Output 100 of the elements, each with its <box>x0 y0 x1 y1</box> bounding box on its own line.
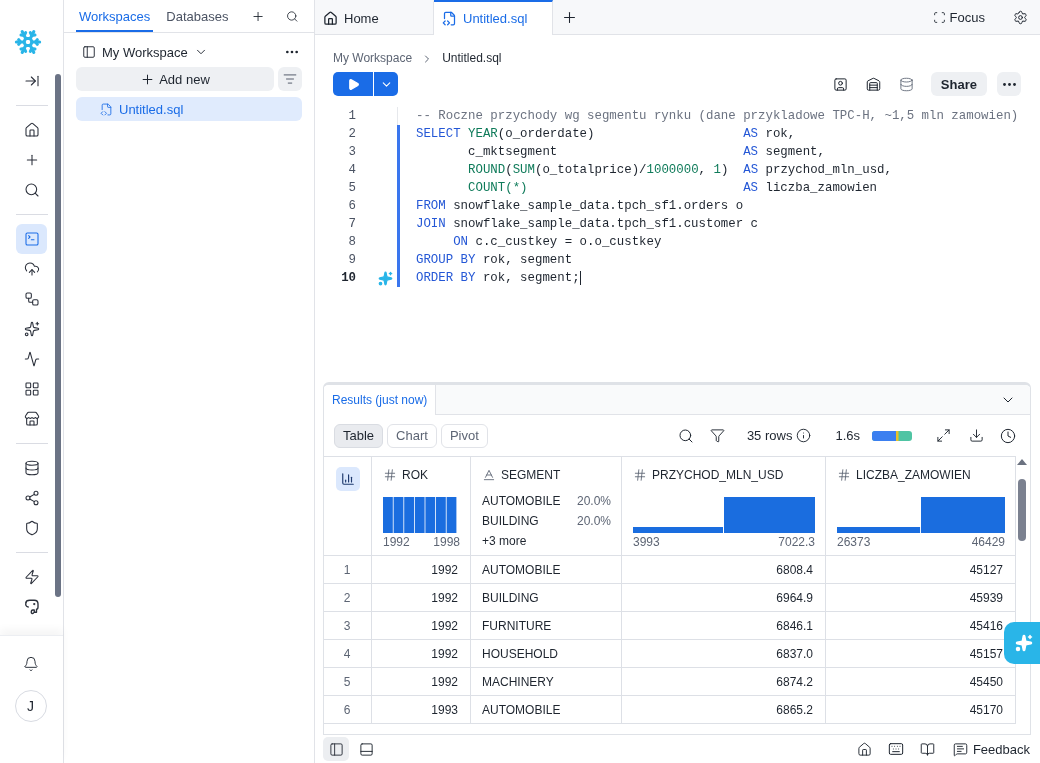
table-cell: 6964.9 <box>622 584 826 612</box>
line-number: 1 <box>347 109 356 123</box>
scrollbar[interactable] <box>55 74 61 597</box>
view-tab[interactable]: Table <box>334 423 384 448</box>
table-cell: 1992 <box>372 584 471 612</box>
sort-button[interactable] <box>278 67 302 91</box>
book-icon[interactable] <box>919 741 935 757</box>
workflow-icon <box>23 291 40 307</box>
home-icon[interactable] <box>856 741 872 757</box>
bell-icon[interactable] <box>22 656 39 672</box>
nodes-icon <box>23 490 40 506</box>
table-cell: FURNITURE <box>471 612 622 640</box>
table-cell: BUILDING <box>471 584 622 612</box>
feedback-button[interactable]: Feedback <box>952 741 1030 757</box>
download-icon[interactable] <box>969 428 984 443</box>
line-number: 6 <box>347 199 356 213</box>
contact-icon[interactable] <box>832 76 848 92</box>
code-line: SELECT YEAR(o_orderdate) AS rok, <box>415 127 796 141</box>
sort-icon <box>283 72 297 86</box>
column-name[interactable]: PRZYCHOD_MLN_USD <box>652 468 784 482</box>
scrollbar[interactable] <box>1018 479 1026 541</box>
code-line: COUNT(*) AS liczba_zamowien <box>467 181 878 195</box>
row-number: 5 <box>324 668 372 696</box>
editor-tab[interactable]: Untitled.sql <box>434 0 553 35</box>
sparkle-icon <box>1015 634 1033 652</box>
search-icon <box>23 182 40 198</box>
more-button[interactable] <box>997 72 1021 96</box>
column-name[interactable]: ROK <box>402 468 428 482</box>
bar-chart-icon <box>341 472 355 486</box>
line-number: 4 <box>347 163 356 177</box>
hash-icon <box>837 468 851 482</box>
row-number: 1 <box>324 556 372 584</box>
elephant-icon <box>22 598 41 616</box>
panel-left-icon <box>328 741 344 757</box>
scroll-up-icon[interactable] <box>1017 459 1027 465</box>
expand-icon[interactable] <box>936 428 951 443</box>
line-number: 5 <box>347 181 356 195</box>
info-icon[interactable] <box>796 428 812 443</box>
snowflake-logo <box>13 28 42 56</box>
breadcrumb-link[interactable]: My Workspace <box>333 51 413 65</box>
play-icon <box>346 77 360 91</box>
workspace-select[interactable]: My Workspace <box>82 44 208 60</box>
top-value: BUILDING <box>482 514 539 528</box>
terminal-icon <box>23 231 40 247</box>
range-max: 46429 <box>971 535 1005 549</box>
share-button[interactable]: Share <box>930 72 987 96</box>
table-cell: 45170 <box>826 696 1016 724</box>
table-cell: 6874.2 <box>622 668 826 696</box>
table-cell: 1992 <box>372 640 471 668</box>
history-icon[interactable] <box>1000 427 1016 444</box>
line-number: 7 <box>347 217 356 231</box>
sidebar-tab[interactable]: Workspaces <box>76 0 154 32</box>
code-line: JOIN snowflake_sample_data.tpch_sf1.customer c <box>415 217 759 231</box>
plus-icon <box>140 71 156 87</box>
query-duration: 1.6s <box>835 428 860 443</box>
message-icon <box>952 741 968 757</box>
row-count: 35 rows <box>746 428 793 443</box>
table-cell: AUTOMOBILE <box>471 556 622 584</box>
table-cell: 45939 <box>826 584 1016 612</box>
breadcrumb-current: Untitled.sql <box>442 51 502 65</box>
code-line: GROUP BY rok, segment <box>415 253 573 267</box>
search-icon[interactable] <box>285 8 298 24</box>
cloud-upload-icon <box>23 261 40 277</box>
filter-icon[interactable] <box>709 428 725 443</box>
warehouse-icon[interactable] <box>865 76 881 92</box>
chart-toggle-button[interactable] <box>336 467 360 491</box>
code-line: ROUND(SUM(o_totalprice)/1000000, 1) AS przychod_mln_usd, <box>467 163 892 177</box>
column-name[interactable]: LICZBA_ZAMOWIEN <box>856 468 971 482</box>
sidebar-tab[interactable]: Databases <box>163 0 232 32</box>
lightning-icon <box>23 569 40 585</box>
run-button[interactable] <box>333 72 373 96</box>
value-share: 20.0% <box>576 494 611 508</box>
column-name[interactable]: SEGMENT <box>501 468 561 482</box>
view-tab[interactable]: Chart <box>387 423 437 448</box>
results-tab[interactable]: Results (just now) <box>324 385 437 415</box>
value-share: 20.0% <box>576 514 611 528</box>
range-max: 1998 <box>433 535 460 549</box>
database-icon[interactable] <box>898 76 914 92</box>
home-icon <box>323 10 338 26</box>
line-number: 2 <box>347 127 356 141</box>
timing-bar <box>872 430 912 441</box>
keyboard-icon[interactable] <box>887 741 904 757</box>
search-icon[interactable] <box>677 427 694 444</box>
run-options-button[interactable] <box>374 72 398 96</box>
more-values-link[interactable]: +3 more <box>482 534 527 548</box>
code-line: FROM snowflake_sample_data.tpch_sf1.orders o <box>415 199 744 213</box>
file-item[interactable]: Untitled.sql <box>76 97 302 121</box>
settings-icon[interactable] <box>1013 9 1028 25</box>
file-code-icon <box>100 102 113 116</box>
table-cell: 1992 <box>372 556 471 584</box>
code-line: ON c.c_custkey = o.o_custkey <box>452 235 662 249</box>
row-number: 6 <box>324 696 372 724</box>
focus-button[interactable]: Focus <box>932 0 1013 34</box>
grid-icon <box>23 381 40 397</box>
panel-toggle-button[interactable] <box>323 737 349 761</box>
database-icon <box>23 460 40 476</box>
panel-bottom-icon[interactable] <box>359 741 374 757</box>
range-max: 7022.3 <box>778 535 815 549</box>
add-new-button[interactable]: Add new <box>76 67 274 91</box>
view-tab[interactable]: Pivot <box>440 423 488 448</box>
